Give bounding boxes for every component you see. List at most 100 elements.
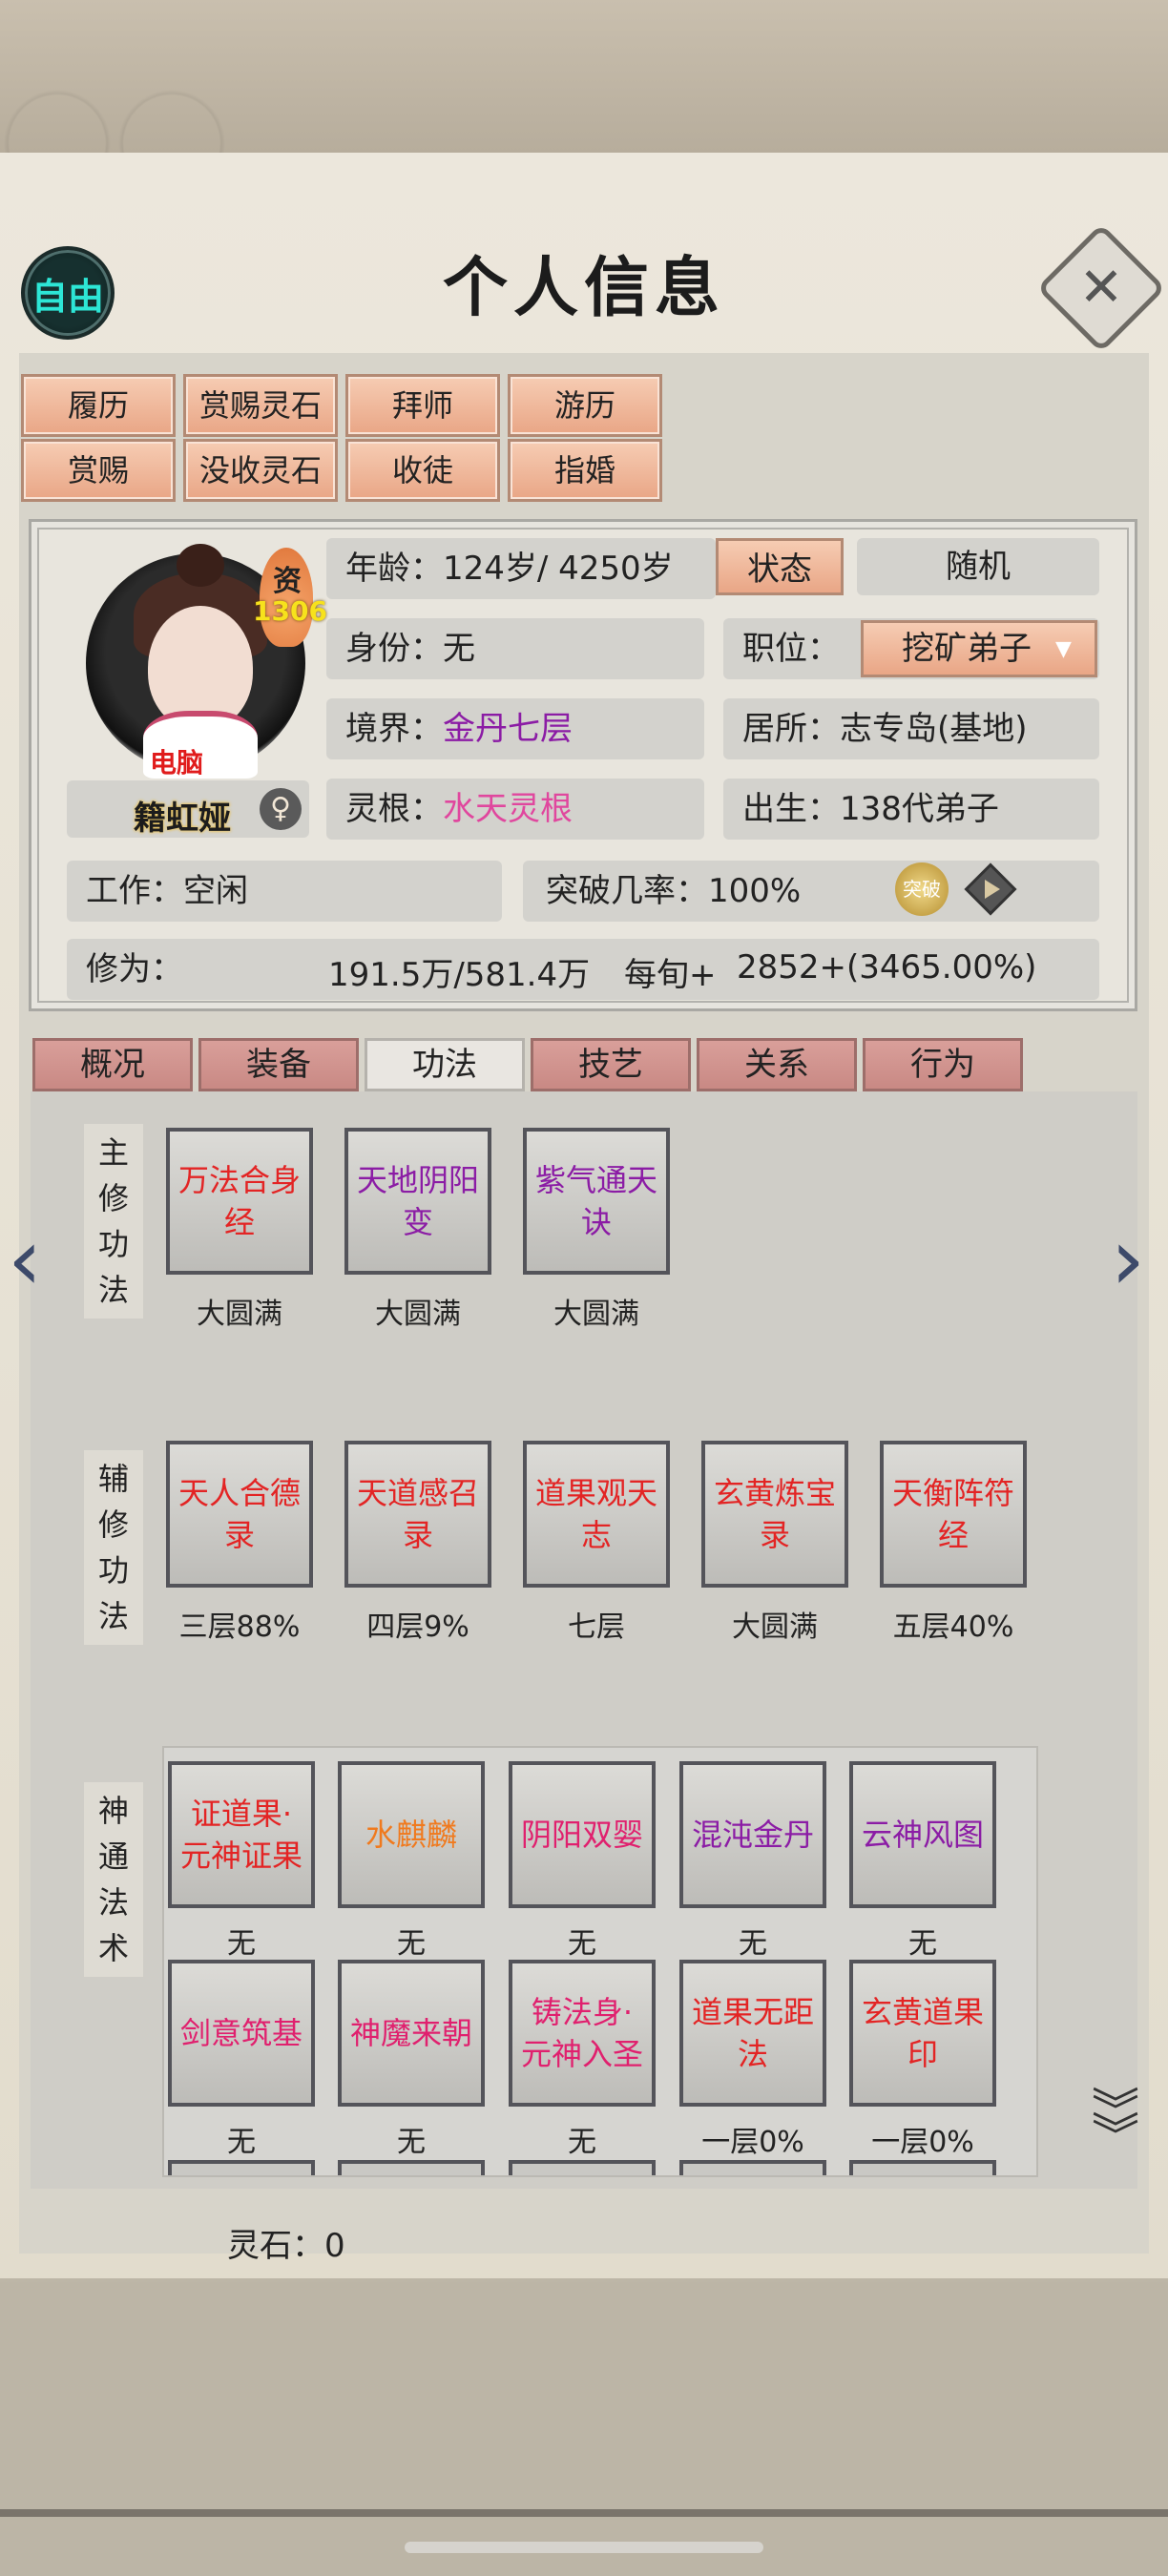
spirit-root-label: 灵根： — [345, 790, 443, 828]
aux-method-level: 四层9% — [366, 1610, 469, 1644]
main-method-level: 大圆满 — [375, 1298, 461, 1331]
chevron-left-icon[interactable]: ‹ — [8, 1217, 42, 1303]
controller-label: 电脑 — [150, 747, 204, 779]
identity-value: 无 — [443, 630, 475, 668]
realm-field: 境界：金丹七层 — [326, 698, 704, 759]
spirit-stones-value: 0 — [324, 2227, 345, 2265]
per-turn-value: 2852+(3465.00%) — [737, 948, 1037, 987]
ability-card[interactable]: 道果无距法 — [679, 1960, 826, 2107]
ability-card[interactable]: 证道果·元神证果 — [168, 1761, 315, 1908]
age-label: 年龄： — [345, 550, 443, 588]
tab-relations[interactable]: 关系 — [697, 1038, 857, 1091]
travel-button[interactable]: 游历 — [508, 374, 662, 437]
status-button[interactable]: 状态 — [716, 538, 844, 595]
avatar-hair-bun — [177, 544, 224, 587]
arrange-marriage-button[interactable]: 指婚 — [508, 439, 662, 502]
main-method-card[interactable]: 紫气通天诀 — [523, 1128, 670, 1275]
spirit-stones-display: 灵石：0 — [227, 2219, 345, 2266]
realm-label: 境界： — [345, 710, 443, 748]
random-button[interactable]: 随机 — [857, 538, 1099, 595]
ability-level: 无 — [397, 2126, 426, 2159]
reward-stones-button[interactable]: 赏赐灵石 — [183, 374, 338, 437]
home-indicator[interactable] — [405, 2542, 763, 2553]
residence-field: 居所：志专岛(基地) — [723, 698, 1099, 759]
work-label: 工作： — [86, 872, 183, 910]
footer-divider — [0, 2509, 1168, 2517]
history-button[interactable]: 履历 — [21, 374, 176, 437]
ability-card[interactable]: 铸法身·元神入圣 — [509, 1960, 656, 2107]
reward-button[interactable]: 赏赐 — [21, 439, 176, 502]
work-value: 空闲 — [183, 872, 248, 910]
abilities-label: 神通法术 — [84, 1782, 143, 1977]
ability-level: 无 — [227, 1927, 256, 1961]
footer-area — [0, 2282, 1168, 2576]
aux-method-level: 大圆满 — [732, 1610, 818, 1644]
main-method-level: 大圆满 — [197, 1298, 282, 1331]
aux-method-card[interactable]: 道果观天志 — [523, 1441, 670, 1588]
main-method-level: 大圆满 — [553, 1298, 639, 1331]
ability-card[interactable]: 神魔来朝 — [338, 1960, 485, 2107]
ability-card-partial — [338, 2160, 485, 2175]
aux-method-level: 七层 — [568, 1610, 625, 1644]
aux-method-card[interactable]: 天道感召录 — [344, 1441, 491, 1588]
character-name[interactable]: 籍虹娅 — [134, 792, 231, 839]
aux-method-level: 三层88% — [178, 1610, 301, 1644]
aux-methods-label: 辅修功法 — [84, 1450, 143, 1645]
expand-down-icon[interactable]: ︾ ︾ — [1092, 2088, 1139, 2160]
breakthrough-label: 突破几率： — [546, 872, 708, 910]
mode-badge[interactable]: 自由 — [21, 246, 115, 340]
tab-overview[interactable]: 概况 — [32, 1038, 193, 1091]
main-method-card[interactable]: 万法合身经 — [166, 1128, 313, 1275]
aux-method-card[interactable]: 天衡阵符经 — [880, 1441, 1027, 1588]
position-label: 职位： — [742, 630, 840, 668]
realm-value: 金丹七层 — [443, 710, 573, 748]
ability-level: 无 — [739, 1927, 767, 1961]
aux-method-card[interactable]: 玄黄炼宝录 — [701, 1441, 848, 1588]
identity-field: 身份：无 — [326, 618, 704, 679]
close-x-icon[interactable]: ✕ — [1055, 242, 1147, 334]
main-method-card[interactable]: 天地阴阳变 — [344, 1128, 491, 1275]
aptitude-label: 资 — [273, 565, 302, 598]
aux-method-card[interactable]: 天人合德录 — [166, 1441, 313, 1588]
ability-card-partial — [679, 2160, 826, 2175]
ability-card[interactable]: 剑意筑基 — [168, 1960, 315, 2107]
play-icon[interactable] — [964, 862, 1017, 916]
cultivation-value: 191.5万/581.4万 — [328, 956, 591, 994]
chevron-right-icon[interactable]: › — [1111, 1217, 1145, 1303]
age-value: 124岁/ 4250岁 — [443, 550, 674, 588]
top-banner — [0, 0, 1168, 162]
take-disciple-button[interactable]: 收徒 — [345, 439, 500, 502]
ability-level: 无 — [397, 1927, 426, 1961]
tab-equipment[interactable]: 装备 — [198, 1038, 359, 1091]
birth-label: 出生： — [742, 790, 840, 828]
female-icon: ♀ — [260, 788, 302, 830]
tab-skills[interactable]: 技艺 — [531, 1038, 691, 1091]
ability-card[interactable]: 玄黄道果印 — [849, 1960, 996, 2107]
aux-method-level: 五层40% — [892, 1610, 1014, 1644]
ability-card[interactable]: 阴阳双婴 — [509, 1761, 656, 1908]
ability-level: 无 — [227, 2126, 256, 2159]
breakthrough-icon[interactable]: 突破 — [895, 862, 949, 916]
age-field: 年龄：124岁/ 4250岁 — [326, 538, 716, 599]
confiscate-stones-button[interactable]: 没收灵石 — [183, 439, 338, 502]
ability-card[interactable]: 水麒麟 — [338, 1761, 485, 1908]
identity-label: 身份： — [345, 630, 443, 668]
main-methods-label: 主修功法 — [84, 1124, 143, 1319]
spirit-root-value: 水天灵根 — [443, 790, 573, 828]
ability-card[interactable]: 云神风图 — [849, 1761, 996, 1908]
chevron-down-icon[interactable]: ▼ — [1055, 637, 1072, 661]
work-field: 工作：空闲 — [67, 861, 502, 922]
residence-value: 志专岛(基地) — [840, 710, 1028, 748]
spirit-root-field: 灵根：水天灵根 — [326, 779, 704, 840]
ability-card-partial — [849, 2160, 996, 2175]
apprentice-button[interactable]: 拜师 — [345, 374, 500, 437]
per-turn-label: 每旬+ — [624, 956, 717, 994]
tab-behavior[interactable]: 行为 — [863, 1038, 1023, 1091]
ability-card[interactable]: 混沌金丹 — [679, 1761, 826, 1908]
spirit-stones-label: 灵石： — [227, 2227, 324, 2265]
ability-level: 无 — [568, 1927, 596, 1961]
ability-level: 一层0% — [871, 2126, 974, 2159]
tab-methods[interactable]: 功法 — [365, 1038, 525, 1091]
residence-label: 居所： — [742, 710, 840, 748]
breakthrough-value: 100% — [708, 872, 802, 910]
